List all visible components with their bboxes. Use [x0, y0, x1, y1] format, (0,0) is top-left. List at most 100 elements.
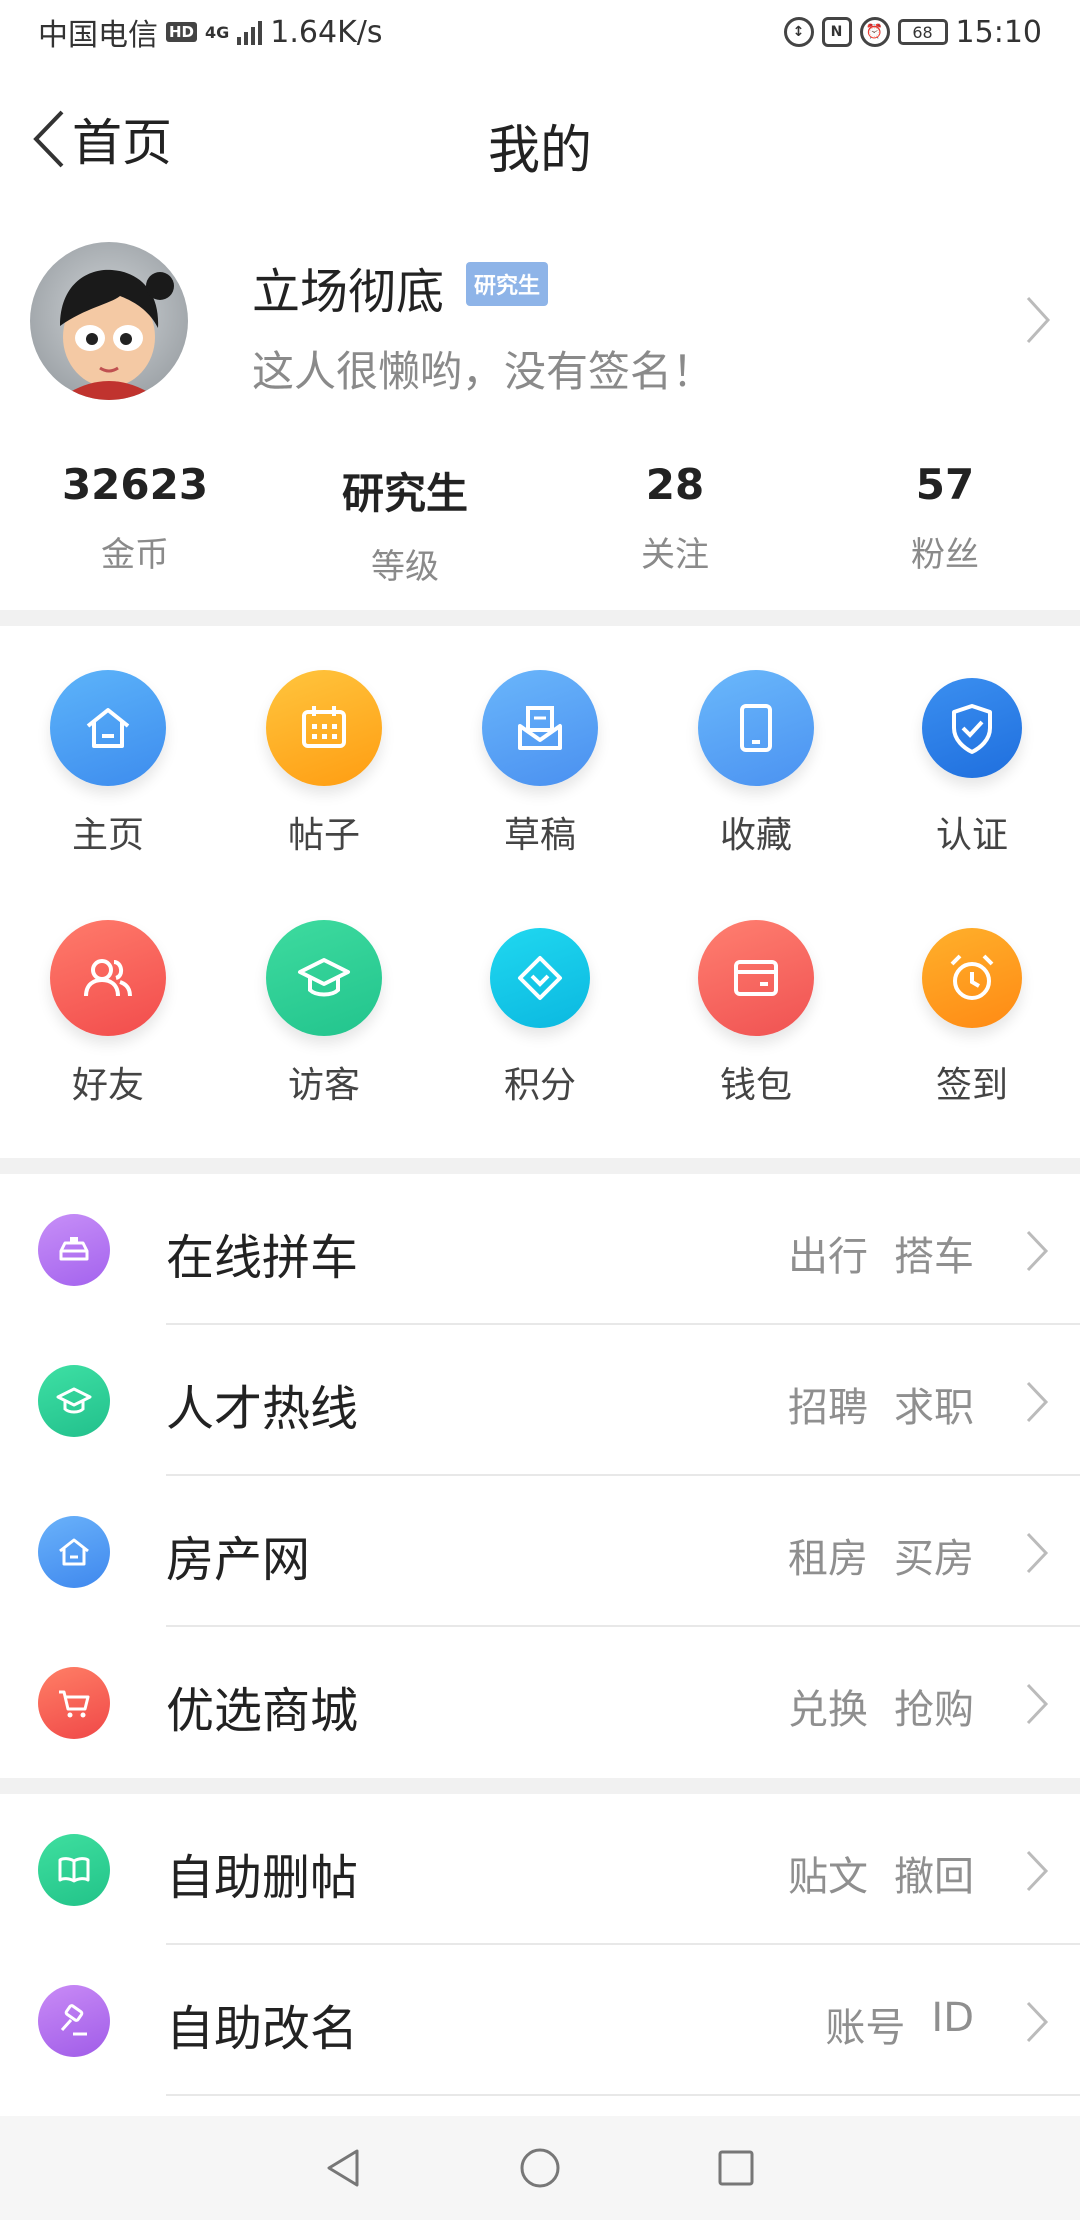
- calendar-icon: [266, 670, 382, 786]
- feature-grid: 主页 帖子 草稿 收藏 认证 好友 访客 积分 钱包 签到: [0, 626, 1080, 1156]
- tablet-icon: [698, 670, 814, 786]
- battery-icon: 68: [897, 19, 948, 45]
- system-nav-bar: [0, 2116, 1080, 2220]
- clock: 15:10: [955, 14, 1042, 50]
- section-divider: [0, 610, 1080, 626]
- level-badge: 研究生: [466, 262, 549, 306]
- grid-label: 钱包: [719, 1065, 792, 1106]
- alarm-clock-icon: [922, 928, 1022, 1028]
- stat-value: 研究生: [341, 469, 468, 518]
- grid-label: 签到: [935, 1065, 1008, 1106]
- grid-label: 积分: [503, 1065, 576, 1106]
- list-item-title: 优选商城: [166, 1683, 359, 1739]
- grid-label: 好友: [71, 1065, 144, 1106]
- chevron-right-icon: [1026, 1532, 1049, 1574]
- profile-signature: 这人很懒哟，没有签名！: [252, 347, 715, 396]
- graduation-cap-icon: [38, 1365, 110, 1437]
- list-item-rename[interactable]: 自助改名 账号 ID: [0, 1945, 1080, 2096]
- grid-item-checkin[interactable]: 签到: [864, 920, 1080, 1170]
- profile-header[interactable]: 立场彻底 研究生 这人很懒哟，没有签名！: [0, 232, 1080, 412]
- alarm-icon: ⏰: [859, 17, 890, 47]
- profile-name: 立场彻底: [252, 264, 445, 320]
- tag: 撤回: [894, 1854, 974, 1900]
- list-item-title: 人才热线: [166, 1381, 359, 1437]
- grid-item-wallet[interactable]: 钱包: [648, 920, 864, 1170]
- tag: 出行: [788, 1234, 868, 1280]
- list-item-title: 自助改名: [166, 2001, 359, 2057]
- list-item-tags: 兑换 抢购: [788, 1677, 974, 1735]
- grid-label: 认证: [935, 815, 1008, 856]
- service-list: 在线拼车 出行 搭车 人才热线 招聘 求职 房产网 租房 买房 优选商城 兑换 …: [0, 1174, 1080, 1778]
- grid-item-favorites[interactable]: 收藏: [648, 670, 864, 920]
- grid-label: 主页: [71, 815, 144, 856]
- page-title: 我的: [487, 121, 592, 181]
- stat-level[interactable]: 研究生 等级: [270, 460, 540, 590]
- home-icon: [50, 670, 166, 786]
- nav-back-triangle-icon[interactable]: [321, 2145, 367, 2191]
- grid-item-verify[interactable]: 认证: [864, 670, 1080, 920]
- data-saver-icon: ↕: [783, 17, 814, 47]
- gavel-icon: [38, 1985, 110, 2057]
- list-item-title: 房产网: [166, 1532, 311, 1588]
- list-item-carpool[interactable]: 在线拼车 出行 搭车: [0, 1174, 1080, 1325]
- hd-icon: HD: [166, 22, 198, 42]
- stat-label: 粉丝: [911, 535, 979, 575]
- status-left: 中国电信 HD 4G 1.64K/s: [38, 10, 383, 54]
- signal-icon: [237, 19, 263, 45]
- list-item-tags: 出行 搭车: [788, 1224, 974, 1282]
- list-item-tags: 贴文 撤回: [788, 1844, 974, 1902]
- chevron-right-icon: [1026, 1850, 1049, 1892]
- stat-value: 32623: [61, 460, 209, 509]
- network-speed: 1.64K/s: [270, 14, 383, 50]
- grid-label: 草稿: [503, 815, 576, 856]
- stat-coins[interactable]: 32623 金币: [0, 460, 270, 590]
- status-right: ↕ N ⏰ 68 15:10: [783, 14, 1042, 50]
- tag: 租房: [788, 1536, 868, 1582]
- nav-home-circle-icon[interactable]: [517, 2145, 563, 2191]
- avatar[interactable]: [30, 242, 188, 400]
- list-item-delete-post[interactable]: 自助删帖 贴文 撤回: [0, 1794, 1080, 1945]
- list-item-talent[interactable]: 人才热线 招聘 求职: [0, 1325, 1080, 1476]
- section-divider: [0, 1158, 1080, 1174]
- carrier-name: 中国电信: [38, 18, 158, 53]
- friends-icon: [50, 920, 166, 1036]
- stats-row: 32623 金币 研究生 等级 28 关注 57 粉丝: [0, 460, 1080, 590]
- tag: ID: [931, 1995, 974, 2041]
- grid-item-points[interactable]: 积分: [432, 920, 648, 1170]
- divider: [166, 2094, 1080, 2096]
- stat-following[interactable]: 28 关注: [540, 460, 810, 590]
- list-item-real-estate[interactable]: 房产网 租房 买房: [0, 1476, 1080, 1627]
- grid-label: 帖子: [287, 815, 360, 856]
- grid-item-home[interactable]: 主页: [0, 670, 216, 920]
- chevron-right-icon: [1026, 1683, 1049, 1725]
- cart-icon: [38, 1667, 110, 1739]
- graduation-cap-icon: [266, 920, 382, 1036]
- chevron-right-icon: [1026, 2001, 1049, 2043]
- mail-draft-icon: [482, 670, 598, 786]
- tag: 搭车: [894, 1234, 974, 1280]
- cartoon-face-icon: [60, 269, 174, 400]
- top-nav-bar: 首页 我的: [0, 64, 1080, 214]
- tag: 账号: [825, 2005, 906, 2051]
- grid-item-visitors[interactable]: 访客: [216, 920, 432, 1170]
- tag: 兑换: [788, 1687, 868, 1733]
- tag: 买房: [894, 1536, 974, 1582]
- stat-label: 金币: [101, 535, 169, 575]
- grid-label: 收藏: [719, 815, 792, 856]
- grid-item-posts[interactable]: 帖子: [216, 670, 432, 920]
- grid-item-drafts[interactable]: 草稿: [432, 670, 648, 920]
- house-icon: [38, 1516, 110, 1588]
- list-item-tags: 租房 买房: [788, 1526, 974, 1584]
- nav-recents-square-icon[interactable]: [713, 2145, 759, 2191]
- self-service-list: 自助删帖 贴文 撤回 自助改名 账号 ID: [0, 1794, 1080, 2096]
- status-bar: 中国电信 HD 4G 1.64K/s ↕ N ⏰ 68 15:10: [0, 0, 1080, 64]
- stat-value: 28: [645, 460, 705, 509]
- list-item-mall[interactable]: 优选商城 兑换 抢购: [0, 1627, 1080, 1778]
- taxi-icon: [38, 1214, 110, 1286]
- stat-fans[interactable]: 57 粉丝: [810, 460, 1080, 590]
- section-divider: [0, 1778, 1080, 1794]
- grid-item-friends[interactable]: 好友: [0, 920, 216, 1170]
- tag: 抢购: [894, 1687, 974, 1733]
- tag: 求职: [894, 1385, 974, 1431]
- diamond-icon: [490, 928, 590, 1028]
